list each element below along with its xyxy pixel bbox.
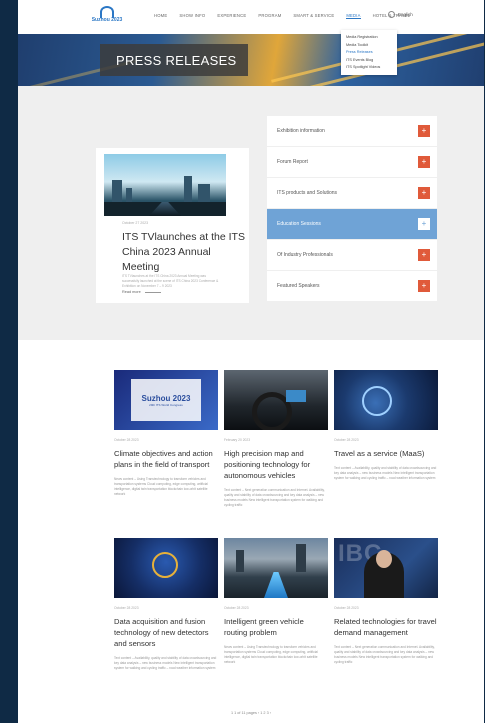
news-title[interactable]: Climate objectives and action plans in t…	[114, 448, 218, 470]
news-card[interactable]: IBC October 28 2023 Related technologies…	[334, 538, 438, 665]
news-date: October 28 2023	[114, 438, 139, 442]
news-date: October 28 2023	[114, 606, 139, 610]
category-label: Featured Speakers	[277, 283, 320, 289]
category-education-sessions[interactable]: Education Sessions +	[267, 209, 437, 239]
category-exhibition-information[interactable]: Exhibition information +	[267, 116, 437, 146]
category-label: Forum Report	[277, 159, 308, 165]
arrow-line-icon	[144, 291, 161, 293]
banner-title-box: PRESS RELEASES	[100, 44, 248, 76]
skyline-building	[236, 550, 244, 572]
news-date: October 28 2023	[334, 606, 359, 610]
category-label: Exhibition information	[277, 128, 325, 134]
menu-press-releases[interactable]: Press Releases	[346, 49, 392, 57]
news-title[interactable]: Data acquisition and fusion technology o…	[114, 616, 218, 649]
read-more-label: Read more	[122, 290, 141, 294]
news-image-car-interior	[224, 370, 328, 430]
logo-subtitle: 29th ITS World Congress	[149, 402, 183, 407]
featured-date: October 27 2023	[122, 221, 149, 225]
menu-media-registration[interactable]: Media Registration	[346, 34, 392, 42]
news-image-connectivity	[114, 538, 218, 598]
read-more-link[interactable]: Read more	[122, 290, 161, 294]
plus-icon[interactable]: +	[418, 249, 430, 261]
main-nav: HOME SHOW INFO EXPERIENCE PROGRAM SMART …	[154, 13, 422, 19]
category-featured-speakers[interactable]: Featured Speakers +	[267, 271, 437, 301]
media-dropdown: Media Registration Media Toolkit Press R…	[341, 30, 397, 75]
language-switch[interactable]: English	[388, 11, 413, 18]
pagination[interactable]: 1 1 of 11 pages ‹ 1 2 3 ›	[18, 711, 484, 715]
category-label: Education Sessions	[277, 221, 321, 227]
congress-logo: Suzhou 2023 29th ITS World Congress	[131, 379, 201, 421]
category-its-products[interactable]: ITS products and Solutions +	[267, 178, 437, 208]
category-label: ITS products and Solutions	[277, 190, 338, 196]
featured-headline[interactable]: ITS TVlaunches at the ITS China 2023 Ann…	[122, 230, 250, 275]
plus-icon[interactable]: +	[418, 156, 430, 168]
nav-experience[interactable]: EXPERIENCE	[217, 13, 246, 19]
plus-icon[interactable]: +	[418, 187, 430, 199]
news-image-city-road	[224, 538, 328, 598]
category-industry-professionals[interactable]: Of Industry Professionals +	[267, 240, 437, 270]
network-node-icon	[152, 552, 178, 578]
plus-icon[interactable]: +	[418, 280, 430, 292]
news-card[interactable]: October 28 2023 Travel as a service (Maa…	[334, 370, 438, 481]
skyline-building	[296, 544, 306, 572]
nav-smart-service[interactable]: SMART & SERVICE	[293, 13, 334, 19]
news-excerpt: News content – Using Transtechnology to …	[114, 477, 208, 496]
site-header: Suzhou 2023 HOME SHOW INFO EXPERIENCE PR…	[18, 0, 484, 34]
news-excerpt: Text content – Next generation communica…	[224, 488, 325, 507]
news-card[interactable]: February 20 2023 High precision map and …	[224, 370, 328, 508]
news-title[interactable]: Related technologies for travel demand m…	[334, 616, 438, 638]
plus-icon[interactable]: +	[418, 218, 430, 230]
menu-media-toolkit[interactable]: Media Toolkit	[346, 42, 392, 50]
news-date: February 20 2023	[224, 438, 251, 442]
plus-icon[interactable]: +	[418, 125, 430, 137]
language-label: English	[398, 12, 413, 17]
page-frame: Suzhou 2023 HOME SHOW INFO EXPERIENCE PR…	[18, 0, 484, 723]
nav-show-info[interactable]: SHOW INFO	[179, 13, 205, 19]
news-excerpt: Text content – Availability, quality and…	[334, 466, 437, 480]
menu-its-events-blog[interactable]: ITS Events Blog	[346, 57, 392, 65]
skyline-building	[126, 188, 132, 202]
glowing-road	[264, 572, 288, 598]
news-title[interactable]: Travel as a service (MaaS)	[334, 448, 438, 459]
page-title: PRESS RELEASES	[116, 52, 237, 68]
nav-home[interactable]: HOME	[154, 13, 167, 19]
site-logo[interactable]: Suzhou 2023	[90, 6, 124, 28]
news-card[interactable]: Suzhou 2023 29th ITS World Congress Octo…	[114, 370, 218, 497]
presenter-face	[376, 550, 392, 568]
news-title[interactable]: High precision map and positioning techn…	[224, 448, 328, 481]
news-date: October 28 2023	[334, 438, 359, 442]
news-date: October 28 2023	[224, 606, 249, 610]
featured-description: ITS TVlaunches at the ITS China 2023 Ann…	[122, 274, 219, 288]
news-title[interactable]: Intelligent green vehicle routing proble…	[224, 616, 328, 638]
news-excerpt: News content – Using Transtechnology to …	[224, 645, 318, 664]
page-banner: PRESS RELEASES	[18, 34, 484, 86]
skyline-building	[184, 176, 192, 202]
nav-media[interactable]: MEDIA	[346, 13, 361, 19]
news-image-presenter: IBC	[334, 538, 438, 598]
globe-icon	[388, 11, 395, 18]
featured-image	[104, 154, 226, 216]
car-screen	[286, 390, 306, 402]
news-excerpt: Text content – Next generation communica…	[334, 645, 435, 664]
news-image-suzhou-logo: Suzhou 2023 29th ITS World Congress	[114, 370, 218, 430]
news-card[interactable]: October 28 2023 Data acquisition and fus…	[114, 538, 218, 671]
featured-article[interactable]: October 27 2023 ITS TVlaunches at the IT…	[96, 148, 249, 303]
category-forum-report[interactable]: Forum Report +	[267, 147, 437, 177]
category-list: Exhibition information + Forum Report + …	[267, 116, 437, 302]
skyline-building	[198, 184, 210, 202]
news-image-network	[334, 370, 438, 430]
logo-text: Suzhou 2023	[91, 17, 123, 23]
news-card[interactable]: October 28 2023 Intelligent green vehicl…	[224, 538, 328, 665]
skyline-building	[112, 180, 122, 202]
nav-program[interactable]: PROGRAM	[258, 13, 281, 19]
menu-its-spotlight-videos[interactable]: ITS Spotlight Videos	[346, 64, 392, 72]
category-label: Of Industry Professionals	[277, 252, 333, 258]
logo-title: Suzhou 2023	[141, 393, 191, 403]
car-hologram-icon	[362, 386, 392, 416]
news-excerpt: Text content – Availability, quality and…	[114, 656, 217, 670]
